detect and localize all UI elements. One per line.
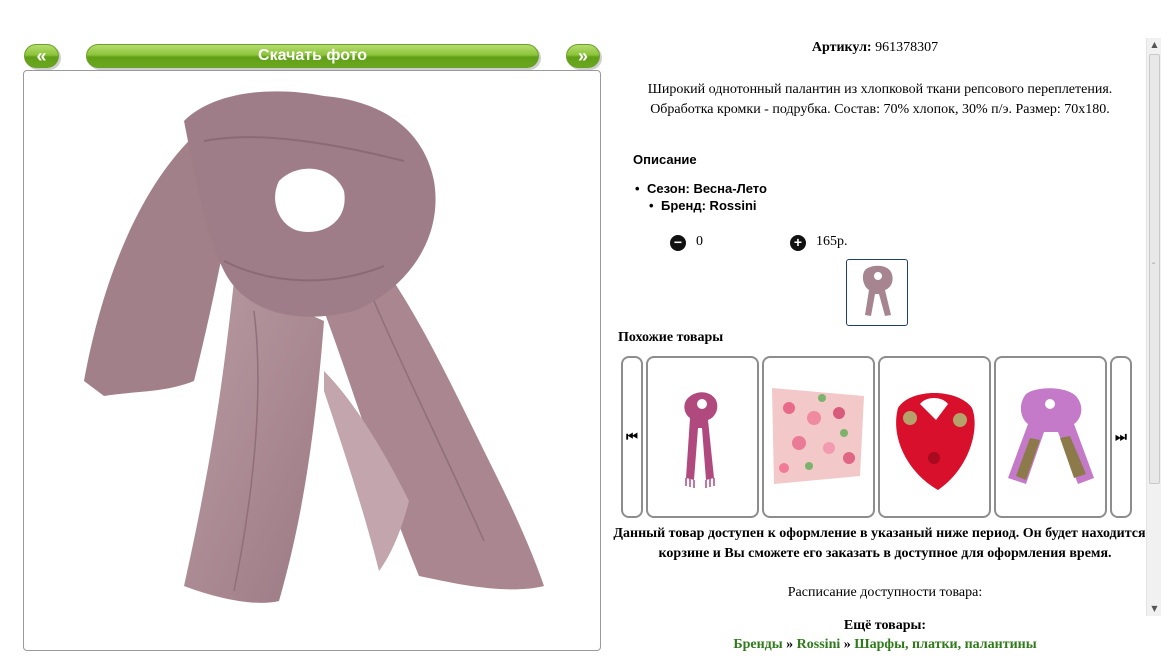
breadcrumb-brands[interactable]: Бренды — [733, 637, 782, 652]
quantity-value: 0 — [696, 234, 703, 249]
availability-schedule-label: Расписание доступности товара: — [787, 585, 983, 600]
plus-icon[interactable]: + — [790, 235, 806, 251]
main-product-photo — [23, 70, 601, 651]
similar-item-red-scarf[interactable] — [878, 356, 991, 518]
article-line: Артикул: 961378307 — [605, 40, 1145, 56]
scroll-down-icon[interactable]: ▼ — [1147, 602, 1162, 616]
vertical-scrollbar[interactable]: ▲ ≡ ▼ — [1146, 38, 1161, 616]
breadcrumb-separator: » — [843, 637, 851, 652]
scrollbar-thumb[interactable]: ≡ — [1149, 54, 1160, 484]
property-season: • Сезон: Весна-Лето — [635, 181, 767, 196]
prev-photo-button[interactable]: « — [24, 44, 59, 68]
breadcrumb-separator: » — [786, 637, 794, 652]
similar-item-floral-scarf[interactable] — [762, 356, 875, 518]
breadcrumb: Бренды » Rossini » Шарфы, платки, палант… — [605, 637, 1145, 653]
skip-forward-icon[interactable]: ⏭ — [1110, 356, 1132, 518]
similar-item-pink-scarf[interactable] — [646, 356, 759, 518]
download-photo-button[interactable]: Скачать фото — [86, 44, 539, 68]
price-control: +165р. — [790, 234, 848, 251]
scarf-photo — [84, 91, 544, 603]
property-brand: • Бренд: Rossini — [649, 198, 757, 213]
minus-icon[interactable]: − — [670, 235, 686, 251]
availability-notice: Данный товар доступен к оформление в ука… — [613, 526, 1145, 561]
product-properties: • Сезон: Весна-Лето • Бренд: Rossini — [635, 180, 767, 214]
quantity-control: −0 — [670, 234, 703, 251]
scroll-up-icon[interactable]: ▲ — [1147, 38, 1162, 52]
skip-back-icon[interactable]: ⏮ — [621, 356, 643, 518]
next-photo-button[interactable]: » — [566, 44, 600, 68]
description-heading: Описание — [633, 152, 697, 167]
article-label: Артикул: — [811, 40, 872, 55]
similar-products-heading: Похожие товары — [618, 330, 724, 345]
similar-item-violet-paisley-scarf[interactable] — [994, 356, 1107, 518]
price-value: 165р. — [816, 234, 848, 249]
product-details-panel: Артикул: 961378307 Широкий однотонный па… — [605, 30, 1145, 661]
product-thumbnail[interactable] — [846, 259, 908, 326]
product-description: Широкий однотонный палантин из хлопковой… — [647, 82, 1113, 117]
grip-icon: ≡ — [1152, 261, 1156, 267]
breadcrumb-rossini[interactable]: Rossini — [797, 637, 841, 652]
more-products-heading: Ещё товары: — [843, 618, 927, 633]
breadcrumb-scarves[interactable]: Шарфы, платки, палантины — [854, 637, 1036, 652]
article-value: 961378307 — [875, 40, 939, 55]
